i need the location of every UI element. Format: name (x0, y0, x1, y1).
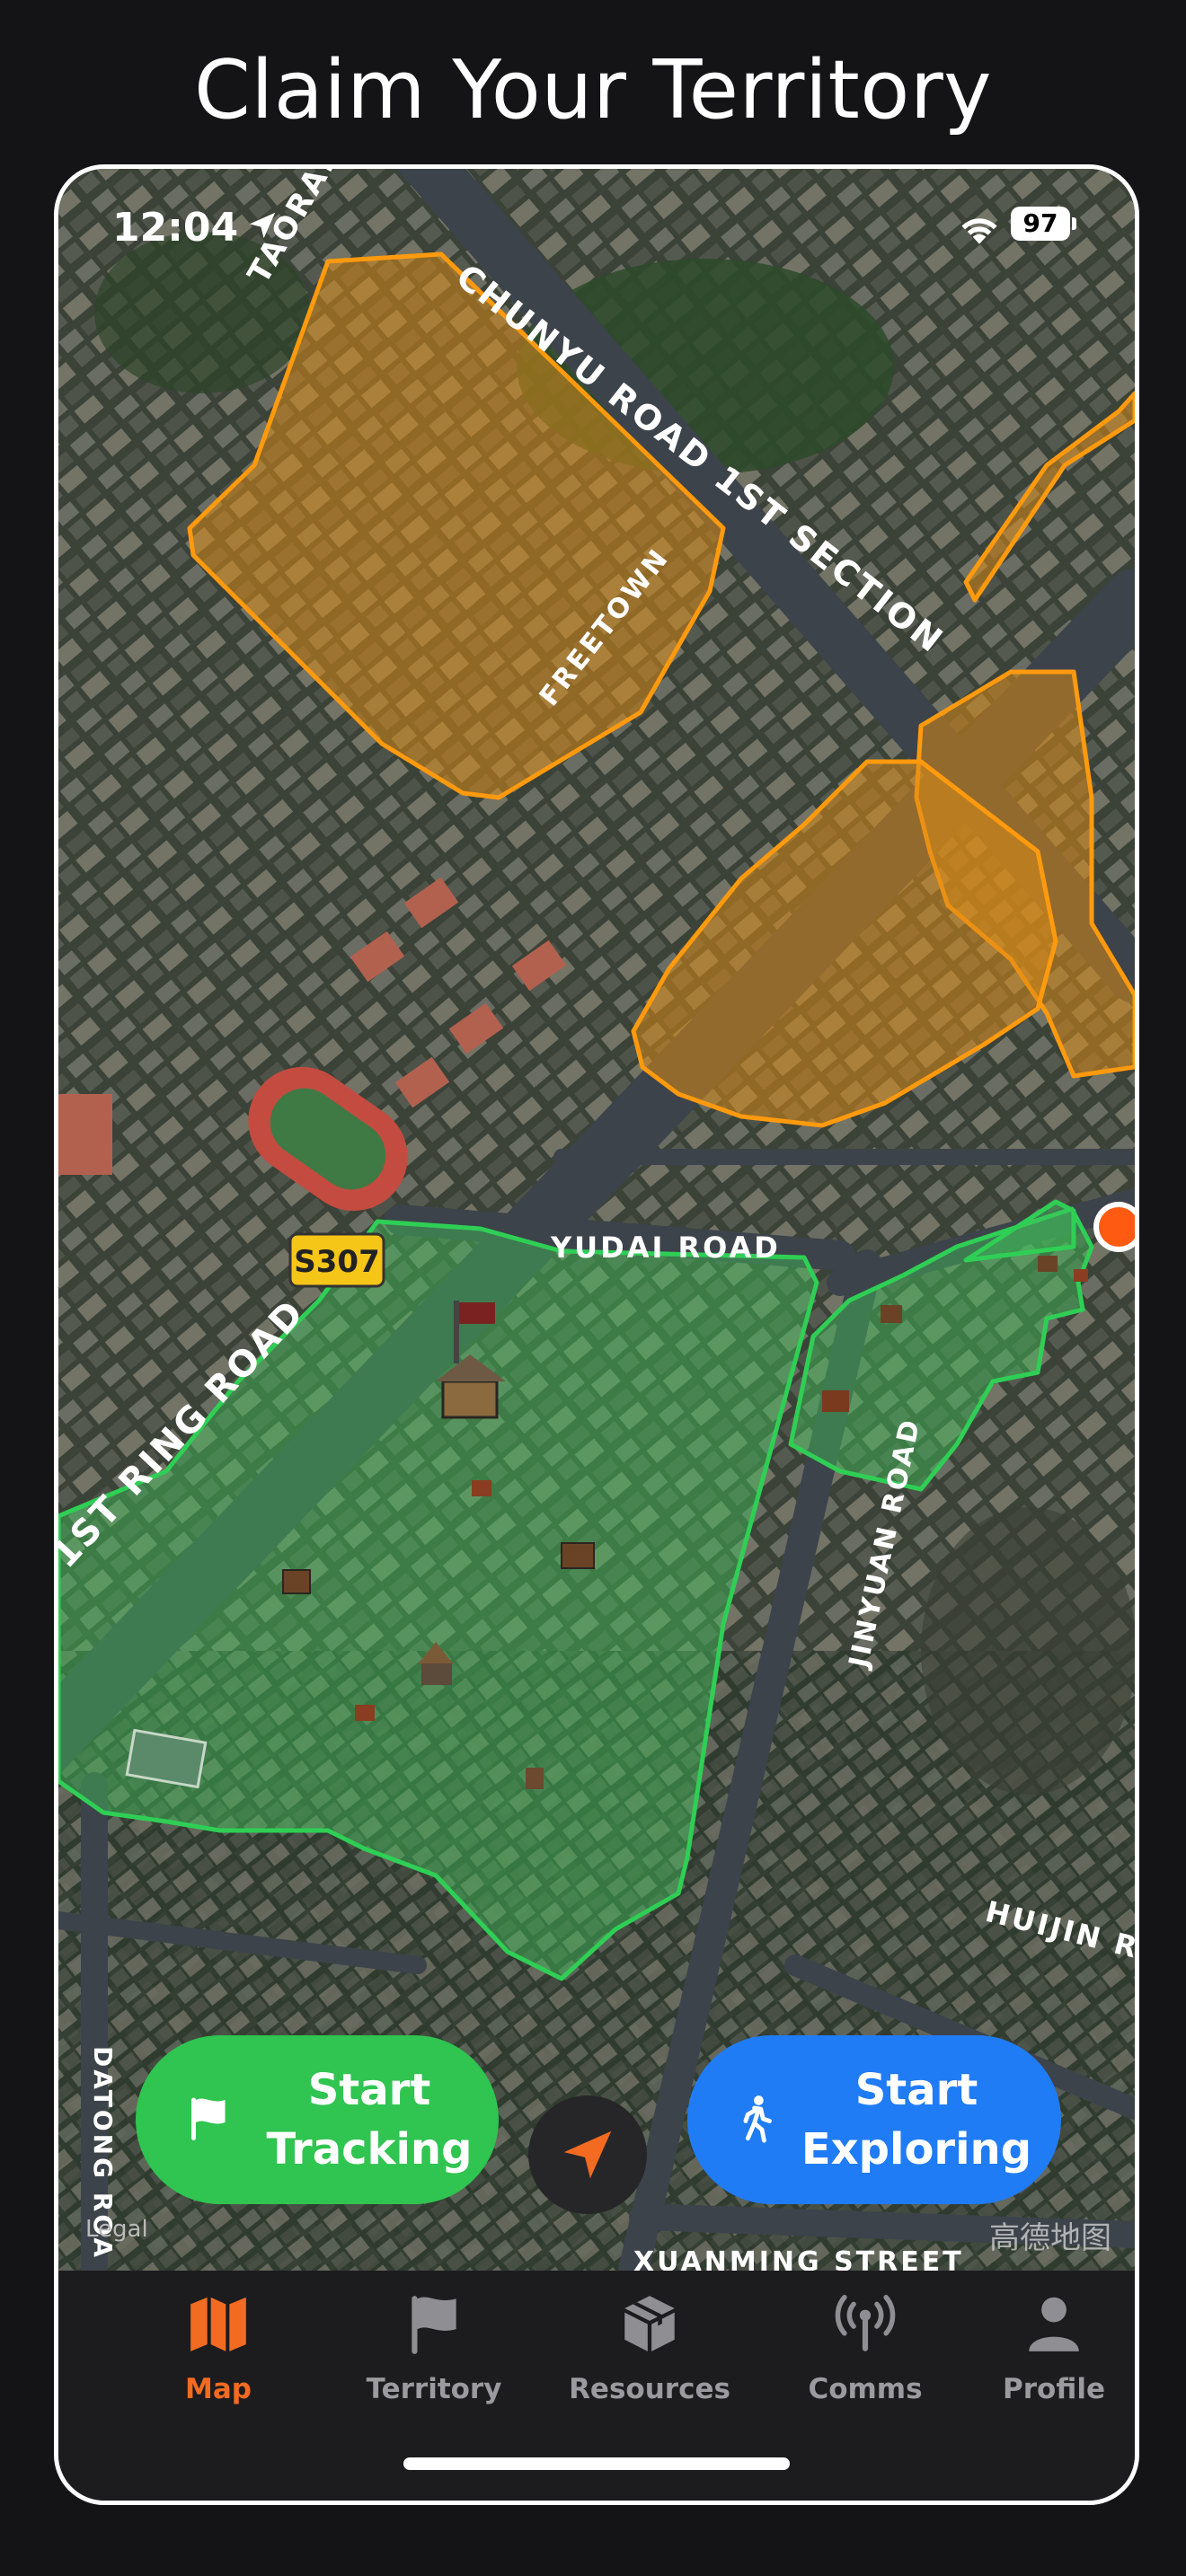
tab-resources[interactable]: Resources (551, 2290, 748, 2405)
start-exploring-line2: Exploring (801, 2124, 1032, 2175)
person-icon (1029, 2297, 1079, 2351)
battery-indicator: 97 (1011, 207, 1070, 241)
page-headline: Claim Your Territory (193, 43, 993, 137)
flag-icon (412, 2296, 456, 2354)
tab-profile[interactable]: Profile (982, 2290, 1126, 2405)
wifi-icon (961, 218, 997, 244)
status-bar: 12:04 97 (58, 169, 1135, 268)
start-exploring-line1: Start (854, 2065, 978, 2115)
highway-shield-label: S307 (294, 1244, 379, 1280)
home-indicator[interactable] (403, 2457, 790, 2470)
start-tracking-button[interactable]: Start Tracking (136, 2035, 499, 2204)
map-canvas[interactable]: TAORAN CHUNYU ROAD 1ST SECTION FREETOWN … (58, 169, 1135, 2271)
map-view[interactable]: TAORAN CHUNYU ROAD 1ST SECTION FREETOWN … (58, 169, 1135, 2271)
battery-cap (1072, 217, 1076, 230)
walking-person-icon (743, 2095, 772, 2143)
tab-territory-label: Territory (366, 2373, 502, 2405)
start-exploring-button[interactable]: Start Exploring (687, 2035, 1061, 2204)
tab-territory[interactable]: Territory (335, 2290, 533, 2405)
status-time: 12:04 (112, 205, 239, 251)
tab-resources-label: Resources (569, 2373, 730, 2405)
map-attribution[interactable]: Legal (85, 2216, 148, 2243)
location-arrow-icon (563, 2130, 612, 2179)
road-label-xuanming: XUANMING STREET (633, 2246, 964, 2271)
box-icon (624, 2296, 675, 2351)
highway-shield-s307: S307 (288, 1232, 385, 1288)
phone-frame: TAORAN CHUNYU ROAD 1ST SECTION FREETOWN … (54, 164, 1139, 2505)
start-tracking-label: Start Tracking (261, 2060, 477, 2179)
map-icon (190, 2297, 246, 2351)
start-exploring-label: Start Exploring (795, 2060, 1038, 2179)
road-label-yudai: YUDAI ROAD (550, 1231, 781, 1265)
tab-comms-label: Comms (808, 2373, 923, 2405)
tab-profile-label: Profile (1003, 2373, 1105, 2405)
start-tracking-line2: Tracking (266, 2124, 473, 2175)
map-watermark: 高德地图 (989, 2220, 1111, 2256)
flag-icon (191, 2097, 226, 2140)
tab-comms[interactable]: Comms (766, 2290, 964, 2405)
tab-map[interactable]: Map (119, 2290, 317, 2405)
location-services-icon (249, 212, 276, 239)
recenter-location-button[interactable] (528, 2095, 647, 2214)
tab-map-label: Map (185, 2373, 252, 2405)
antenna-icon (835, 2294, 896, 2351)
start-tracking-line1: Start (307, 2065, 431, 2115)
